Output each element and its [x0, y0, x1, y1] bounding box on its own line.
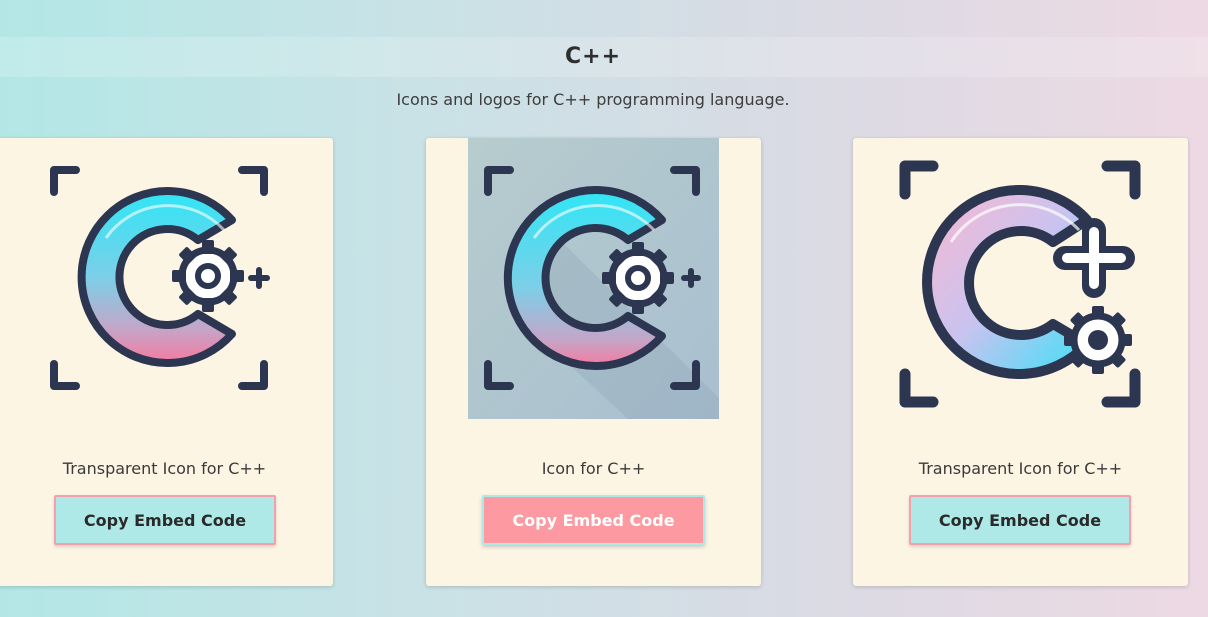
cpp-gear-icon	[468, 138, 719, 419]
copy-embed-code-button[interactable]: Copy Embed Code	[909, 495, 1131, 545]
icon-card: Transparent Icon for C++ Copy Embed Code	[0, 138, 333, 586]
icon-card: Icon for C++ Copy Embed Code	[426, 138, 761, 586]
card-title: Transparent Icon for C++	[62, 459, 267, 478]
card-title: Icon for C++	[541, 459, 646, 478]
copy-embed-code-button[interactable]: Copy Embed Code	[54, 495, 276, 545]
card-title: Transparent Icon for C++	[918, 459, 1123, 478]
cpp-plus-gear-icon	[895, 138, 1145, 418]
icon-card: Transparent Icon for C++ Copy Embed Code	[853, 138, 1188, 586]
page-subtitle: Icons and logos for C++ programming lang…	[396, 90, 790, 109]
page-title: C++	[564, 44, 621, 69]
copy-embed-code-button[interactable]: Copy Embed Code	[482, 495, 705, 545]
cpp-gear-icon	[46, 138, 282, 398]
